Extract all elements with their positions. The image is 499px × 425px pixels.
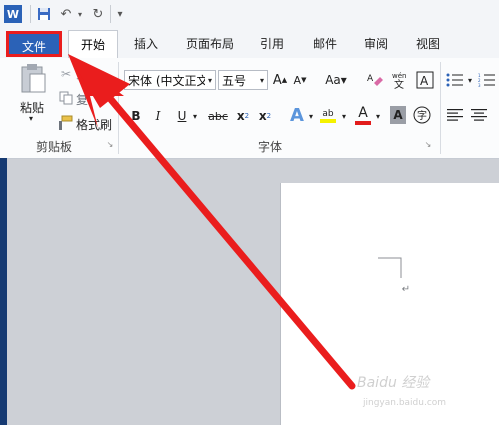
annotation-arrow-icon — [68, 54, 356, 390]
